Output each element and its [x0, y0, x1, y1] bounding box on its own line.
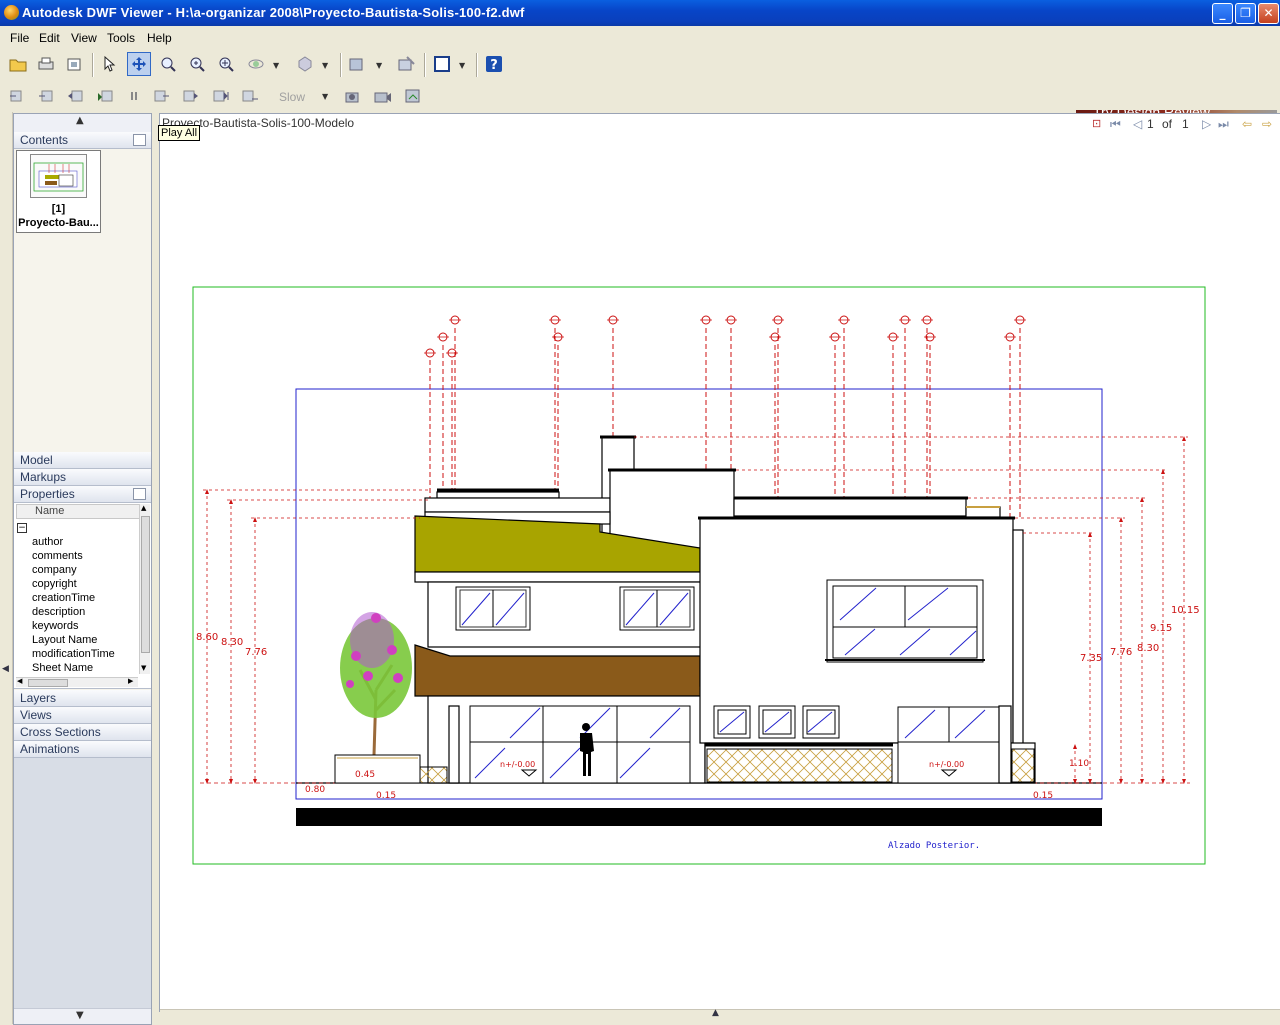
dimension-label: 7.76	[1110, 647, 1133, 658]
play-all-tooltip: Play All	[158, 125, 201, 141]
dimension-label: 9.15	[1150, 623, 1173, 634]
level-label: n+/-0.00	[500, 760, 536, 769]
dimension-label: 8.30	[221, 637, 244, 648]
dimension-label: 0.15	[376, 791, 397, 801]
drawing-caption: Alzado Posterior.	[888, 841, 981, 851]
cad-drawing	[192, 286, 1206, 865]
planter	[334, 754, 421, 784]
dimension-label: 0.15	[1033, 791, 1054, 801]
dimension-label: 7.35	[1080, 653, 1103, 664]
dimension-label: 7.76	[245, 647, 268, 658]
drawing-viewer[interactable]: Proyecto-Bautista-Solis-100-Modelo ⊡ ⏮ ◁…	[159, 113, 1280, 1020]
dimension-label: 8.60	[196, 632, 219, 643]
axis-markers	[425, 315, 1025, 358]
dimension-label: 1.10	[1069, 759, 1090, 769]
tree	[340, 612, 412, 756]
dimension-label: 10.15	[1171, 605, 1200, 616]
level-label: n+/-0.00	[929, 760, 965, 769]
dimension-label: 0.80	[305, 785, 326, 795]
hatched-plinth-center	[706, 748, 893, 783]
dimension-label: 0.45	[355, 770, 376, 780]
hatched-plinth-right	[1011, 748, 1035, 783]
dimension-label: 8.30	[1137, 643, 1160, 654]
expand-bottom-icon[interactable]: ▲	[712, 1008, 719, 1018]
bottom-splitter[interactable]: ▲	[160, 1008, 1280, 1020]
ground-slab	[296, 808, 1102, 826]
